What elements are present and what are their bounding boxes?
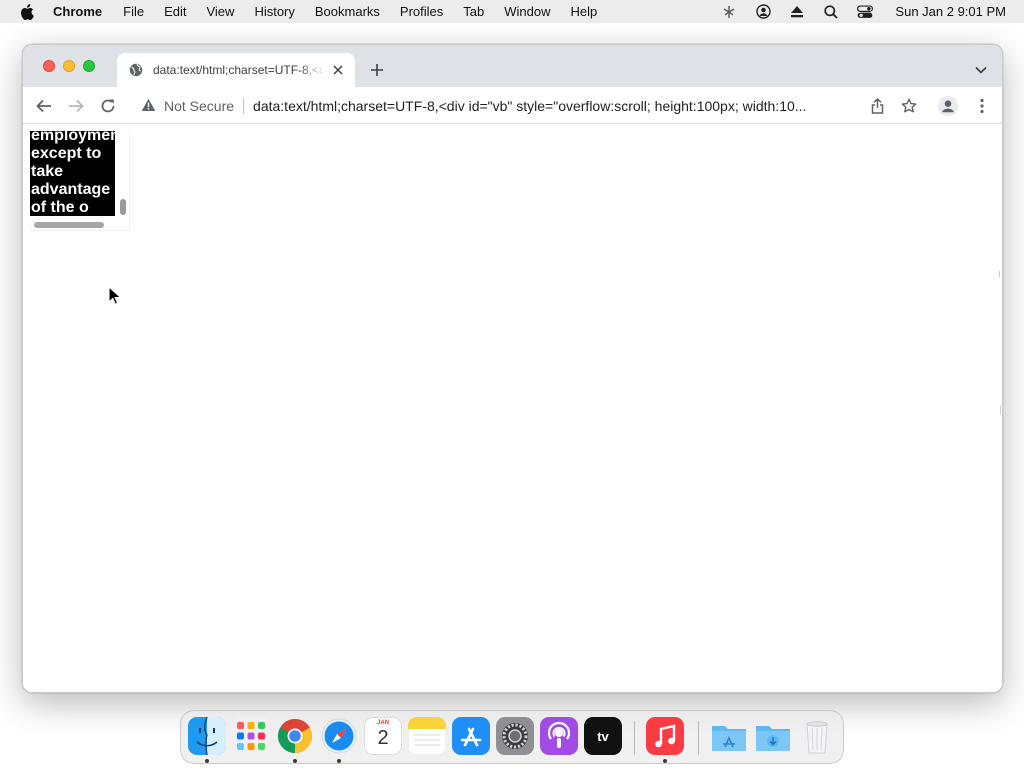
scroll-content-text: employmen except to take advantage of th… — [31, 131, 115, 216]
zoom-window-button[interactable] — [83, 60, 95, 72]
menu-profiles[interactable]: Profiles — [400, 4, 443, 19]
running-indicator — [205, 759, 209, 763]
scroll-container-vb[interactable]: employmen except to take advantage of th… — [30, 131, 130, 231]
page-viewport: employmen except to take advantage of th… — [23, 125, 1002, 692]
status-area: Sun Jan 2 9:01 PM — [721, 0, 1024, 23]
safari-icon[interactable] — [320, 717, 358, 755]
bookmark-star-icon[interactable] — [900, 97, 918, 115]
dock-divider — [698, 721, 699, 755]
close-window-button[interactable] — [43, 60, 55, 72]
dock-divider — [634, 721, 635, 755]
browser-toolbar: Not Secure data:text/html;charset=UTF-8,… — [23, 87, 1002, 124]
chrome-icon[interactable] — [276, 717, 314, 755]
eject-icon[interactable] — [789, 4, 805, 20]
content-line: employmen — [31, 131, 115, 144]
tab-close-icon[interactable] — [331, 63, 345, 77]
running-indicator — [337, 759, 341, 763]
menu-history[interactable]: History — [254, 4, 294, 19]
tab-strip: data:text/html;charset=UTF-8,<div id="vb… — [23, 45, 1002, 87]
calendar-month: JAN — [376, 720, 389, 726]
back-arrow-icon[interactable] — [35, 97, 53, 115]
running-indicator — [293, 759, 297, 763]
app-store-icon[interactable] — [452, 717, 490, 755]
content-line: take — [31, 163, 64, 180]
security-status-label[interactable]: Not Secure — [164, 98, 234, 114]
apple-menu-icon[interactable] — [19, 3, 35, 20]
reload-icon[interactable] — [99, 97, 117, 115]
menu-edit[interactable]: Edit — [164, 4, 186, 19]
notes-icon[interactable] — [408, 717, 446, 755]
menu-file[interactable]: File — [123, 4, 144, 19]
menu-window[interactable]: Window — [504, 4, 550, 19]
url-text[interactable]: data:text/html;charset=UTF-8,<div id="vb… — [253, 98, 857, 114]
menubar-clock[interactable]: Sun Jan 2 9:01 PM — [895, 4, 1006, 19]
window-edge-marker — [999, 271, 1002, 277]
applications-folder-icon[interactable] — [710, 717, 748, 755]
content-line: advantage — [31, 181, 111, 198]
tab-title: data:text/html;charset=UTF-8,<div id="vb… — [153, 63, 325, 77]
network-status-icon[interactable] — [721, 4, 737, 20]
browser-window: data:text/html;charset=UTF-8,<div id="vb… — [22, 44, 1003, 693]
forward-arrow-icon[interactable] — [67, 97, 85, 115]
window-edge-marker — [1000, 405, 1002, 415]
control-center-icon[interactable] — [857, 4, 874, 20]
calendar-day: 2 — [377, 727, 389, 749]
tab-active[interactable]: data:text/html;charset=UTF-8,<div id="vb… — [117, 53, 355, 87]
warning-triangle-icon[interactable] — [141, 98, 156, 113]
more-options-kebab-icon[interactable] — [973, 97, 991, 115]
menu-help[interactable]: Help — [571, 4, 598, 19]
user-account-icon[interactable] — [755, 4, 771, 20]
menu-tab[interactable]: Tab — [463, 4, 484, 19]
content-line: except to — [31, 145, 102, 162]
trash-icon[interactable] — [798, 717, 836, 755]
tv-label: tv — [597, 728, 609, 744]
minimize-window-button[interactable] — [63, 60, 75, 72]
mouse-pointer-icon — [108, 286, 122, 305]
downloads-folder-icon[interactable] — [754, 717, 792, 755]
scroll-content: employmen except to take advantage of th… — [30, 131, 115, 216]
omnibox-separator — [243, 97, 245, 114]
apple-tv-icon[interactable]: tv — [584, 717, 622, 755]
finder-icon[interactable] — [188, 717, 226, 755]
profile-avatar-icon[interactable] — [938, 96, 958, 116]
dock: JAN 2 tv — [180, 710, 844, 764]
calendar-icon[interactable]: JAN 2 — [364, 717, 402, 755]
launchpad-icon[interactable] — [232, 717, 270, 755]
content-line: of the o — [31, 199, 89, 216]
horizontal-scrollbar-thumb[interactable] — [34, 222, 104, 228]
podcasts-icon[interactable] — [540, 717, 578, 755]
music-icon[interactable] — [646, 717, 684, 755]
running-indicator — [663, 759, 667, 763]
menu-view[interactable]: View — [206, 4, 234, 19]
menu-bookmarks[interactable]: Bookmarks — [315, 4, 380, 19]
tab-search-chevron-icon[interactable] — [974, 63, 988, 77]
address-bar[interactable]: Not Secure data:text/html;charset=UTF-8,… — [131, 91, 865, 120]
vertical-scrollbar-thumb[interactable] — [120, 199, 126, 215]
menu-bar: Chrome File Edit View History Bookmarks … — [0, 0, 1024, 23]
menu-app-chrome[interactable]: Chrome — [53, 4, 102, 19]
new-tab-plus-icon[interactable] — [369, 62, 385, 78]
share-icon[interactable] — [868, 97, 886, 115]
globe-icon — [129, 63, 143, 77]
spotlight-search-icon[interactable] — [823, 4, 839, 20]
system-preferences-gear-icon[interactable] — [496, 717, 534, 755]
